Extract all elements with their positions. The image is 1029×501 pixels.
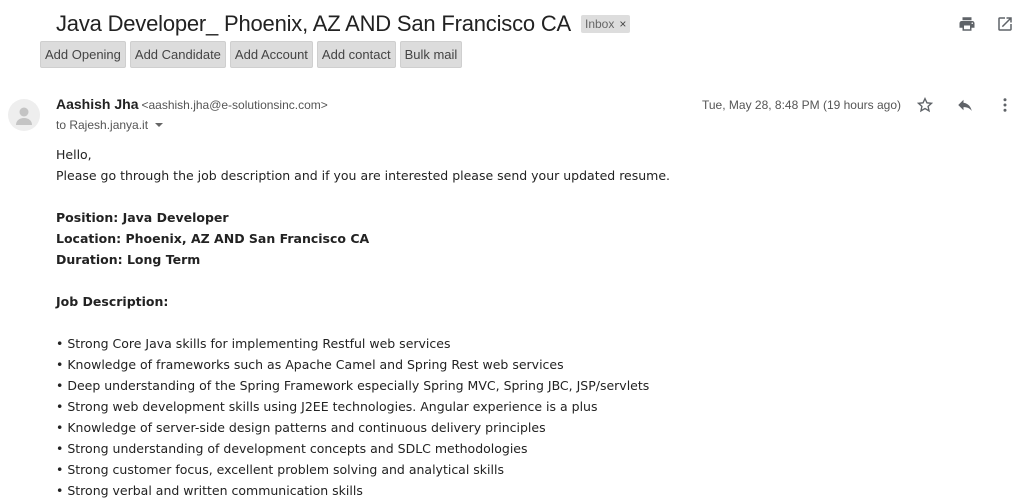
star-icon[interactable] (915, 95, 935, 115)
inbox-label: Inbox × (580, 15, 631, 33)
bullet-item: • Strong Core Java skills for implementi… (56, 336, 451, 351)
recipient-info: to Rajesh.janya.it (56, 118, 164, 132)
message-actions (915, 95, 1015, 115)
greeting: Hello, (56, 147, 92, 162)
bullet-item: • Knowledge of frameworks such as Apache… (56, 357, 564, 372)
dropdown-arrow-icon (155, 123, 164, 127)
print-icon[interactable] (957, 14, 977, 34)
sender-avatar[interactable] (8, 99, 40, 131)
message-timestamp: Tue, May 28, 8:48 PM (19 hours ago) (702, 98, 901, 112)
bulk-mail-button[interactable]: Bulk mail (399, 41, 463, 68)
bullet-item: • Strong verbal and written communicatio… (56, 483, 363, 498)
bullet-item: • Strong customer focus, excellent probl… (56, 462, 504, 477)
remove-label-icon[interactable]: × (619, 17, 626, 31)
add-opening-button[interactable]: Add Opening (40, 41, 126, 68)
show-details-dropdown[interactable] (154, 120, 164, 130)
add-account-button[interactable]: Add Account (229, 41, 313, 68)
person-icon (16, 107, 32, 125)
recipient-text: to Rajesh.janya.it (56, 118, 149, 132)
add-contact-button[interactable]: Add contact (316, 41, 396, 68)
bullet-item: • Strong web development skills using J2… (56, 399, 598, 414)
email-subject: Java Developer_ Phoenix, AZ AND San Fran… (56, 11, 571, 36)
duration-line: Duration: Long Term (56, 252, 201, 267)
bullet-item: • Strong understanding of development co… (56, 441, 528, 456)
bullet-item: • Knowledge of server-side design patter… (56, 420, 546, 435)
sender-name[interactable]: Aashish Jha (56, 96, 138, 112)
message-meta: Tue, May 28, 8:48 PM (19 hours ago) (702, 95, 1015, 115)
location-line: Location: Phoenix, AZ AND San Francisco … (56, 231, 370, 246)
job-description-heading: Job Description: (56, 294, 169, 309)
email-subject-row: Java Developer_ Phoenix, AZ AND San Fran… (56, 9, 631, 39)
crm-action-bar: Add Opening Add Candidate Add Account Ad… (40, 41, 463, 68)
intro-text: Please go through the job description an… (56, 168, 671, 183)
thread-toolbar (957, 14, 1015, 34)
inbox-label-text: Inbox (584, 17, 615, 31)
sender-email: <aashish.jha@e-solutionsinc.com> (141, 98, 328, 112)
add-candidate-button[interactable]: Add Candidate (129, 41, 226, 68)
email-body: Hello, Please go through the job descrip… (56, 144, 996, 501)
sender-info: Aashish Jha <aashish.jha@e-solutionsinc.… (56, 96, 328, 112)
open-in-new-window-icon[interactable] (995, 14, 1015, 34)
position-line: Position: Java Developer (56, 210, 229, 225)
reply-icon[interactable] (955, 95, 975, 115)
more-vert-icon[interactable] (995, 95, 1015, 115)
bullet-item: • Deep understanding of the Spring Frame… (56, 378, 650, 393)
